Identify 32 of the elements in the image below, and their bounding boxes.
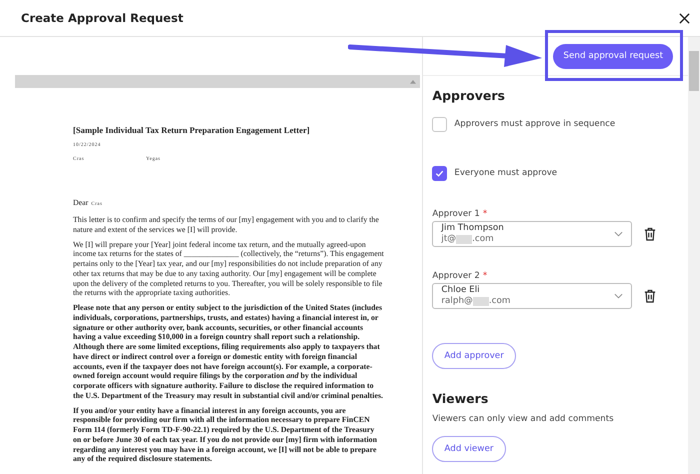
approver-email: ralph@ bbox=[441, 296, 473, 308]
chevron-down-icon bbox=[614, 231, 624, 237]
trash-icon[interactable] bbox=[644, 289, 656, 303]
approver-name: Chloe Eli bbox=[441, 284, 481, 296]
approver-select[interactable]: Chloe Eli ralph@ .com bbox=[432, 283, 632, 309]
section-heading: Viewers bbox=[432, 391, 490, 406]
approver-email: jt@ bbox=[441, 234, 456, 246]
checkbox[interactable] bbox=[432, 166, 448, 180]
document-heading: [Sample Individual Tax Return Preparation Engagement Letter] bbox=[73, 126, 311, 136]
section-description: Viewers can only view and add comments bbox=[432, 414, 615, 424]
approver-email: .com bbox=[472, 234, 494, 246]
field-label: Approver 2 bbox=[432, 271, 480, 281]
section-heading: Approvers bbox=[432, 88, 506, 103]
approver-select[interactable]: Jim Thompson jt@ .com bbox=[432, 221, 632, 247]
checkbox-label: Approvers must approve in sequence bbox=[454, 119, 616, 129]
add-approver-button[interactable]: Add approver bbox=[432, 343, 516, 369]
required-mark: * bbox=[482, 209, 488, 219]
window-title: Create Approval Request bbox=[21, 11, 184, 25]
checkbox[interactable] bbox=[432, 116, 448, 132]
redaction-block bbox=[456, 235, 472, 244]
chevron-down-icon bbox=[614, 293, 624, 299]
approver-name: Jim Thompson bbox=[441, 222, 504, 234]
checkbox-label: Everyone must approve bbox=[454, 168, 558, 178]
field-label: Approver 1 bbox=[432, 209, 480, 219]
required-mark: * bbox=[482, 271, 488, 281]
send-approval-request-button[interactable]: Send approval request bbox=[553, 44, 674, 68]
approver-email: .com bbox=[488, 296, 510, 308]
close-icon[interactable] bbox=[679, 12, 690, 24]
scroll-thumb[interactable] bbox=[689, 51, 699, 91]
trash-icon[interactable] bbox=[644, 227, 656, 241]
redaction-block bbox=[472, 297, 489, 306]
add-viewer-button[interactable]: Add viewer bbox=[432, 436, 506, 462]
